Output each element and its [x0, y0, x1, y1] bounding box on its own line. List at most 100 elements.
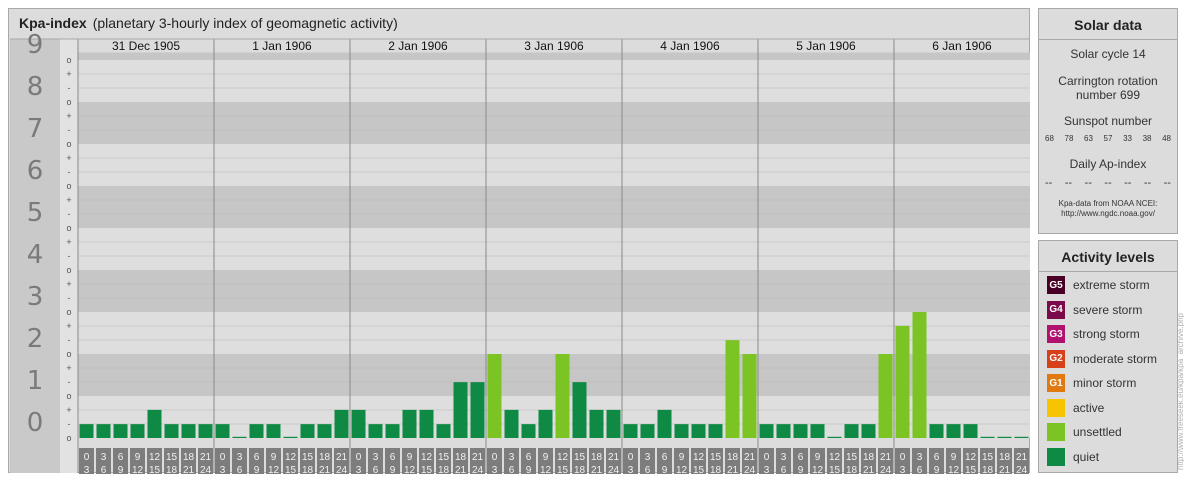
ap-value: --: [1084, 177, 1092, 189]
interval-start-label: 12: [557, 452, 569, 463]
interval-end-label: 6: [509, 465, 515, 474]
activity-level-unsettled: unsettled: [1047, 422, 1122, 442]
y-tick-label: 1: [27, 366, 44, 396]
sunspot-heading: Sunspot number: [1063, 114, 1153, 128]
interval-end-label: 3: [900, 465, 906, 474]
y-tick-label: 7: [27, 114, 44, 144]
solar-cycle: Solar cycle 14: [1070, 47, 1146, 61]
level-swatch: G4: [1047, 300, 1065, 319]
kp-bar: [317, 424, 332, 438]
kp-bar: [623, 424, 638, 438]
kp-band: [78, 60, 1030, 102]
interval-start-label: 15: [710, 452, 722, 463]
sunspot-value: 48: [1162, 134, 1171, 143]
interval-start-label: 18: [999, 452, 1011, 463]
kp-bar: [912, 312, 927, 438]
interval-end-label: 12: [676, 465, 688, 474]
interval-start-label: 15: [846, 452, 858, 463]
interval-end-label: 6: [373, 465, 379, 474]
interval-start-label: 6: [390, 452, 396, 463]
level-swatch: G5: [1047, 276, 1065, 294]
kp-bar: [96, 424, 111, 438]
interval-end-label: 21: [319, 465, 331, 474]
y-minor-label: +: [66, 363, 71, 373]
interval-start-label: 12: [829, 452, 841, 463]
carrington-line2: number 699: [1075, 88, 1141, 102]
interval-end-label: 12: [540, 465, 552, 474]
level-swatch: G2: [1047, 349, 1065, 368]
sunspot-value: 68: [1045, 134, 1054, 143]
kp-band: [78, 144, 1030, 186]
interval-end-label: 9: [526, 465, 532, 474]
kp-bar: [589, 409, 604, 438]
level-label: quiet: [1073, 449, 1100, 464]
interval-end-label: 15: [149, 465, 161, 474]
interval-end-label: 9: [798, 465, 804, 474]
divider: [1039, 271, 1177, 272]
interval-start-label: 21: [880, 452, 892, 463]
y-minor-label: o: [66, 433, 71, 443]
y-minor-label: o: [66, 139, 71, 149]
kp-bar: [844, 424, 859, 438]
interval-end-label: 3: [492, 465, 498, 474]
interval-start-label: 9: [135, 452, 141, 463]
day-label: 5 Jan 1906: [796, 39, 856, 53]
kp-bar: [351, 409, 366, 438]
interval-start-label: 6: [798, 452, 804, 463]
source-link[interactable]: http://www.ngdc.noaa.gov/: [1039, 209, 1177, 219]
interval-end-label: 18: [846, 465, 858, 474]
interval-end-label: 12: [132, 465, 144, 474]
y-tick-label: 8: [27, 72, 44, 102]
interval-start-label: 15: [302, 452, 314, 463]
level-label: extreme storm: [1073, 278, 1150, 292]
interval-start-label: 15: [982, 452, 994, 463]
day-label: 2 Jan 1906: [388, 39, 448, 53]
activity-level-minor-storm: G1 minor storm: [1047, 373, 1136, 393]
interval-end-label: 18: [166, 465, 178, 474]
interval-end-label: 9: [662, 465, 668, 474]
y-minor-label: +: [66, 279, 71, 289]
kp-bar: [538, 409, 553, 438]
kp-bar: [113, 424, 128, 438]
y-minor-label: o: [66, 307, 71, 317]
level-label: minor storm: [1073, 376, 1137, 390]
y-minor-label: -: [68, 167, 71, 177]
interval-start-label: 15: [166, 452, 178, 463]
interval-end-label: 15: [285, 465, 297, 474]
interval-start-label: 0: [356, 452, 362, 463]
y-tick-label: 0: [27, 408, 44, 438]
sunspot-value: 63: [1084, 134, 1093, 143]
kp-bar: [793, 424, 808, 438]
kp-bar: [300, 424, 315, 438]
interval-start-label: 15: [438, 452, 450, 463]
y-tick-label: 4: [27, 240, 44, 270]
kp-bar: [215, 424, 230, 438]
interval-end-label: 21: [999, 465, 1011, 474]
interval-end-label: 15: [693, 465, 705, 474]
interval-start-label: 18: [863, 452, 875, 463]
interval-end-label: 24: [880, 465, 892, 474]
interval-end-label: 3: [628, 465, 634, 474]
y-minor-label: o: [66, 391, 71, 401]
interval-end-label: 18: [438, 465, 450, 474]
y-minor-label: -: [68, 419, 71, 429]
y-minor-label: +: [66, 237, 71, 247]
solar-data-panel: Solar data Solar cycle 14 Carrington rot…: [1038, 8, 1178, 234]
kp-bar: [606, 409, 621, 438]
day-label: 6 Jan 1906: [932, 39, 992, 53]
interval-end-label: 21: [863, 465, 875, 474]
kp-bar: [776, 424, 791, 438]
kp-bar: [164, 424, 179, 438]
source-watermark: http://www.freeseek.eu/kpa/kpa_archive.p…: [1176, 313, 1184, 470]
interval-end-label: 24: [472, 465, 484, 474]
chart-title-main: Kpa-index: [19, 15, 87, 31]
interval-start-label: 18: [455, 452, 467, 463]
kp-band: [78, 186, 1030, 228]
kp-bar: [810, 424, 825, 438]
level-label: strong storm: [1073, 327, 1140, 341]
kp-bar: [980, 436, 995, 438]
kp-bar: [130, 424, 145, 438]
interval-start-label: 21: [336, 452, 348, 463]
activity-levels-heading: Activity levels: [1061, 249, 1155, 265]
interval-end-label: 6: [917, 465, 923, 474]
